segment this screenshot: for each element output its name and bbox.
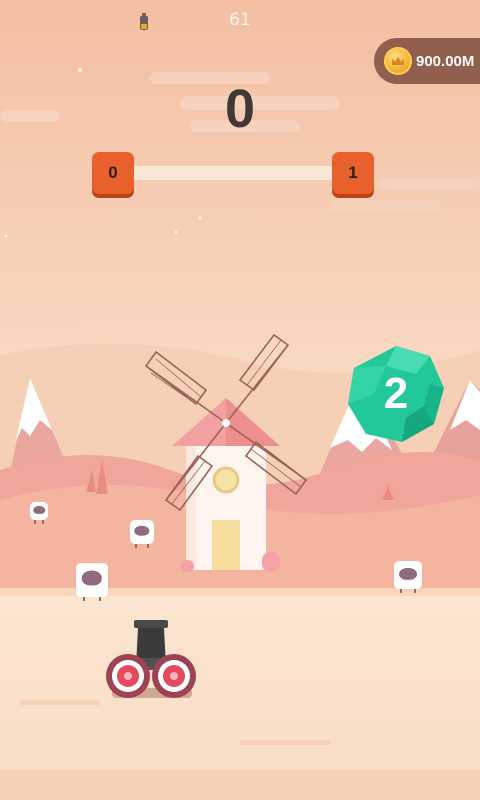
sheep	[76, 563, 108, 601]
gem-ball-count: 2	[383, 369, 409, 418]
cannon-wheel-right	[152, 654, 196, 698]
coin-amount: 900.00M	[416, 52, 475, 70]
sheep	[394, 561, 422, 593]
battery-icon	[140, 13, 148, 30]
level-progress-bar	[130, 166, 340, 180]
sheep	[30, 502, 48, 524]
sheep	[130, 520, 154, 548]
score: 0	[224, 79, 256, 139]
coins-display[interactable]: 900.00M	[374, 38, 480, 84]
fps-counter: 61	[229, 10, 251, 30]
cannon[interactable]	[104, 620, 200, 704]
next-level-badge: 1	[332, 152, 374, 194]
current-level-badge: 0	[92, 152, 134, 194]
coin-crown-icon	[384, 47, 412, 75]
cannon-wheel-left	[106, 654, 150, 698]
